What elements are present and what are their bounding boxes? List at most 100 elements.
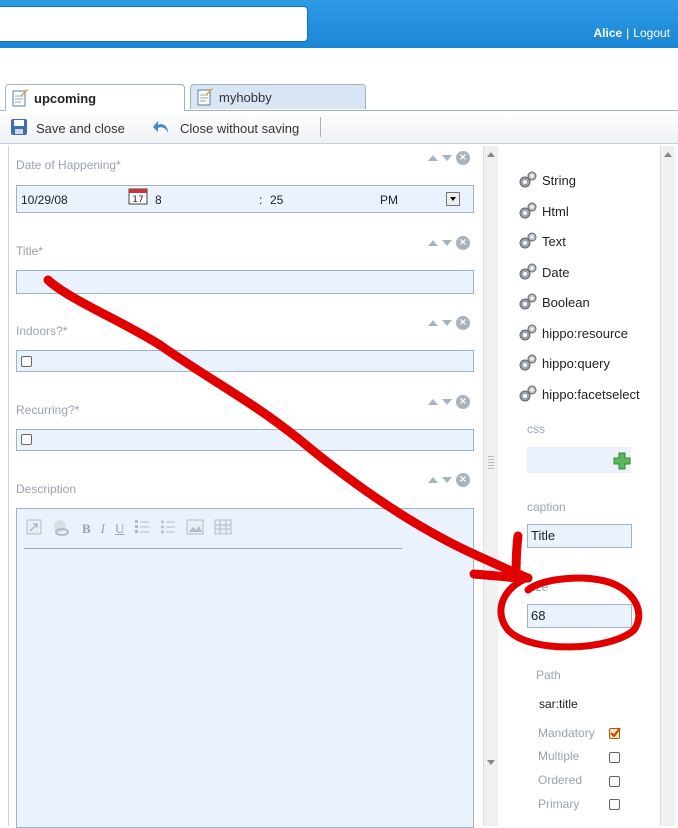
gears-icon — [518, 354, 538, 372]
scroll-up-icon[interactable] — [664, 152, 672, 157]
tab-myhobby[interactable]: myhobby — [190, 84, 366, 109]
italic-button[interactable]: I — [101, 521, 105, 537]
move-up-icon[interactable] — [428, 155, 438, 161]
field-type-label: Boolean — [542, 294, 590, 310]
form-scrollbar[interactable] — [483, 146, 498, 826]
floppy-disk-icon — [10, 118, 28, 139]
remove-icon[interactable]: × — [456, 473, 470, 487]
field-type-boolean[interactable]: Boolean — [518, 293, 590, 311]
calendar-day: 17 — [132, 195, 143, 205]
move-down-icon[interactable] — [442, 477, 452, 483]
path-value: sar:title — [539, 697, 578, 711]
gears-icon — [518, 293, 538, 311]
gears-icon — [518, 385, 538, 403]
add-css-icon[interactable] — [613, 452, 631, 473]
ordered-label: Ordered — [538, 773, 583, 787]
document-edit-icon — [197, 88, 213, 106]
remove-icon[interactable]: × — [456, 316, 470, 330]
field-type-label: Text — [542, 233, 566, 249]
title-input[interactable] — [16, 270, 474, 294]
hour-input[interactable]: 8 — [155, 193, 162, 207]
table-icon[interactable] — [214, 519, 232, 538]
size-label: size — [527, 580, 549, 594]
scroll-grip-icon[interactable] — [488, 456, 494, 470]
fullscreen-icon[interactable] — [26, 519, 42, 538]
description-label: Description — [16, 482, 77, 496]
scroll-up-icon[interactable] — [487, 152, 495, 157]
scroll-down-icon[interactable] — [487, 760, 495, 765]
toolbar-divider — [320, 117, 321, 137]
title-label: Title* — [16, 244, 43, 258]
tab-upcoming[interactable]: upcoming — [5, 84, 185, 111]
move-up-icon[interactable] — [428, 399, 438, 405]
multiple-label: Multiple — [538, 749, 580, 763]
save-and-close-button[interactable]: Save and close — [10, 118, 125, 139]
indoors-checkbox[interactable] — [21, 356, 32, 367]
close-without-saving-button[interactable]: Close without saving — [152, 118, 299, 139]
tab-label: upcoming — [34, 90, 97, 106]
indoors-label: Indoors?* — [16, 324, 68, 338]
mandatory-checkbox[interactable] — [609, 727, 621, 739]
recurring-checkbox[interactable] — [21, 434, 32, 445]
move-up-icon[interactable] — [428, 240, 438, 246]
field-controls: × — [428, 236, 470, 250]
user-separator: | — [626, 26, 630, 40]
field-type-hippo-resource[interactable]: hippo:resource — [518, 324, 628, 342]
ordered-checkbox[interactable] — [609, 776, 620, 787]
date-field — [16, 185, 474, 213]
remove-icon[interactable]: × — [456, 151, 470, 165]
path-label: Path — [536, 668, 561, 682]
field-type-html[interactable]: Html — [518, 202, 569, 220]
move-down-icon[interactable] — [442, 155, 452, 161]
bullet-list-icon[interactable] — [160, 519, 176, 538]
caption-input[interactable]: Title — [527, 524, 632, 548]
primary-checkbox[interactable] — [609, 799, 620, 810]
field-type-date[interactable]: Date — [518, 263, 569, 281]
recurring-label: Recurring?* — [16, 403, 80, 417]
calendar-icon[interactable]: 17 — [128, 187, 148, 208]
multiple-checkbox[interactable] — [609, 752, 620, 763]
field-type-label: Html — [542, 203, 569, 219]
description-editor[interactable] — [16, 508, 474, 828]
time-separator: : — [259, 193, 263, 207]
move-down-icon[interactable] — [442, 320, 452, 326]
properties-scrollbar[interactable] — [660, 146, 675, 826]
primary-label: Primary — [538, 797, 580, 811]
caption-label: caption — [527, 500, 566, 514]
ampm-dropdown-button[interactable] — [446, 192, 460, 206]
date-input[interactable]: 10/29/08 — [21, 193, 68, 207]
remove-icon[interactable]: × — [456, 236, 470, 250]
field-controls: × — [428, 395, 470, 409]
field-type-hippo-facetselect[interactable]: hippo:facetselect — [518, 385, 640, 403]
field-type-hippo-query[interactable]: hippo:query — [518, 354, 610, 372]
checkmark-icon — [610, 727, 621, 738]
close-without-saving-label: Close without saving — [180, 121, 300, 136]
underline-button[interactable]: U — [115, 521, 124, 537]
field-type-label: hippo:facetselect — [542, 386, 640, 402]
bold-button[interactable]: B — [82, 521, 91, 537]
remove-icon[interactable]: × — [456, 395, 470, 409]
field-type-label: String — [542, 172, 576, 188]
username: Alice — [593, 26, 623, 40]
image-icon[interactable] — [186, 519, 204, 538]
field-type-label: Date — [542, 264, 570, 280]
rte-toolbar: B I U — [26, 518, 232, 539]
move-up-icon[interactable] — [428, 477, 438, 483]
field-type-string[interactable]: String — [518, 171, 576, 189]
link-icon[interactable] — [52, 518, 72, 539]
gears-icon — [518, 263, 538, 281]
numbered-list-icon[interactable] — [134, 519, 150, 538]
date-label: Date of Happening* — [16, 158, 121, 172]
size-input[interactable]: 68 — [527, 604, 632, 628]
minute-input[interactable]: 25 — [270, 193, 283, 207]
move-down-icon[interactable] — [442, 240, 452, 246]
logout-link[interactable]: Logout — [633, 26, 670, 40]
move-down-icon[interactable] — [442, 399, 452, 405]
gears-icon — [518, 324, 538, 342]
ampm-select[interactable]: PM — [380, 193, 398, 207]
gears-icon — [518, 171, 538, 189]
move-up-icon[interactable] — [428, 320, 438, 326]
field-type-text[interactable]: Text — [518, 232, 566, 250]
top-search-field[interactable] — [0, 6, 308, 42]
field-type-label: hippo:resource — [542, 325, 628, 341]
